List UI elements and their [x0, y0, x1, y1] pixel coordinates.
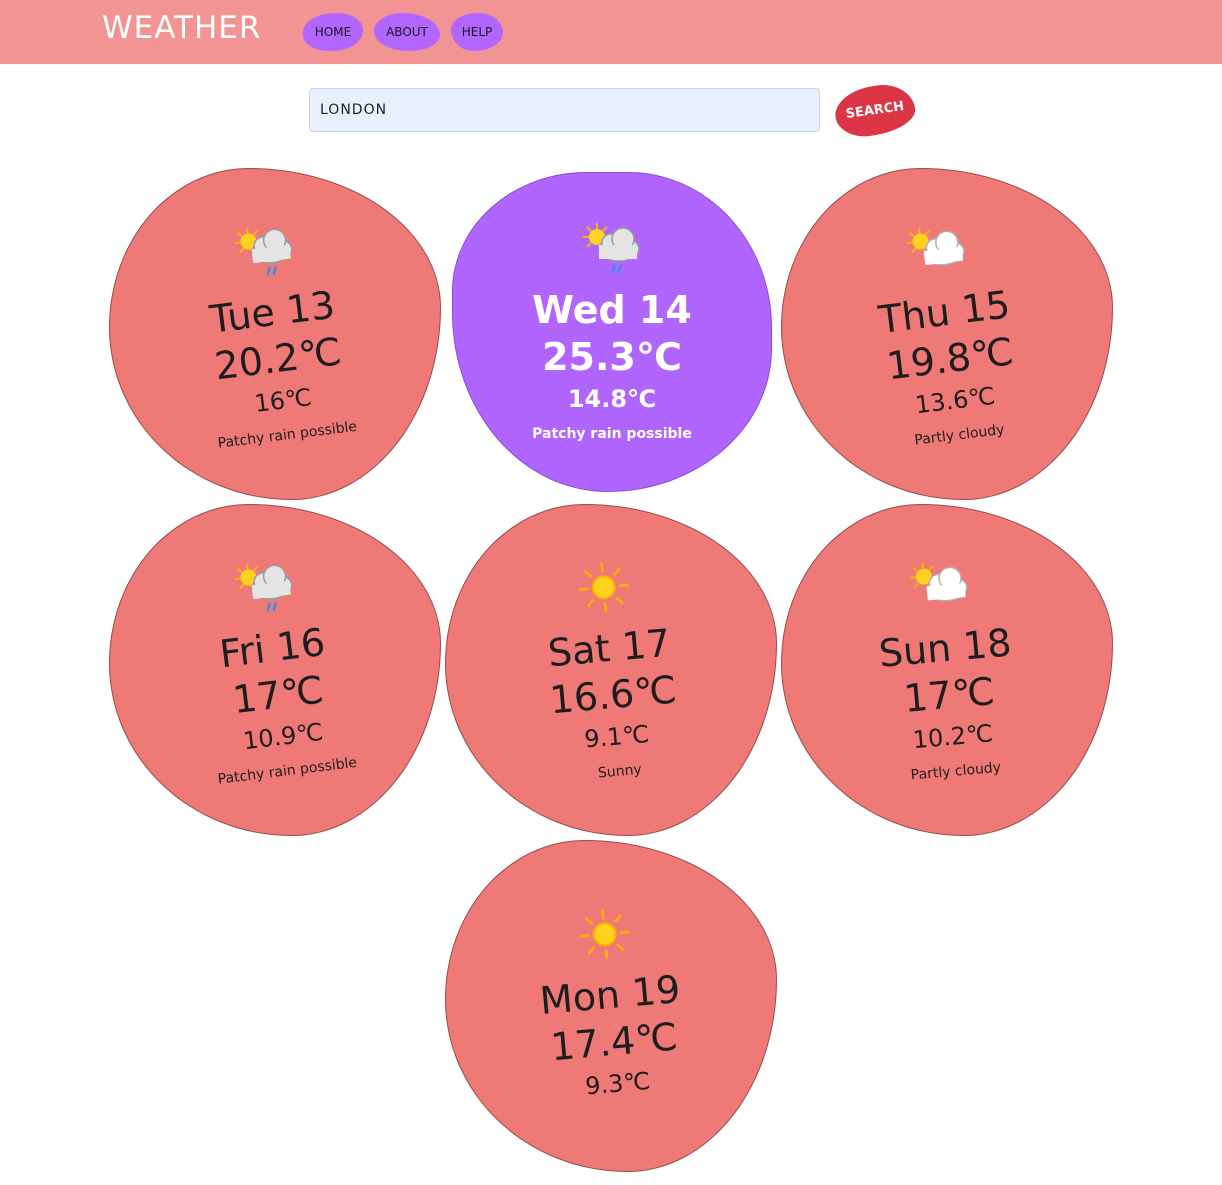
forecast-high: 17.4℃	[548, 1014, 680, 1070]
forecast-low: 10.2℃	[911, 719, 995, 755]
sun-cloud-rain-icon	[226, 218, 304, 292]
app-title: WEATHER	[102, 10, 262, 46]
forecast-high: 17℃	[901, 669, 997, 721]
sun-cloud-icon	[902, 554, 977, 626]
forecast-day: Wed 14	[532, 288, 692, 332]
forecast-description: Patchy rain possible	[216, 754, 358, 788]
forecast-high: 25.3℃	[542, 335, 682, 379]
nav-help-button[interactable]: HELP	[451, 13, 503, 51]
nav-about-button[interactable]: ABOUT	[374, 13, 440, 51]
forecast-card-tue[interactable]: Tue 13 20.2℃ 16℃ Patchy rain possible	[109, 168, 441, 500]
sun-icon	[566, 554, 641, 626]
search-button[interactable]: SEARCH	[831, 80, 919, 141]
forecast-description: Patchy rain possible	[216, 418, 358, 452]
forecast-description: Patchy rain possible	[532, 426, 692, 442]
sun-cloud-icon	[898, 218, 976, 292]
nav-home-button[interactable]: HOME	[303, 13, 363, 51]
forecast-high: 16.6℃	[547, 667, 679, 723]
forecast-card-mon[interactable]: Mon 19 17.4℃ 9.3℃	[445, 840, 777, 1172]
forecast-description: Sunny	[597, 761, 643, 782]
forecast-card-fri[interactable]: Fri 16 17℃ 10.9℃ Patchy rain possible	[109, 504, 441, 836]
forecast-card-sun[interactable]: Sun 18 17℃ 10.2℃ Partly cloudy	[781, 504, 1113, 836]
forecast-description: Partly cloudy	[913, 421, 1006, 449]
search-input[interactable]	[309, 88, 820, 132]
forecast-low: 9.3℃	[584, 1066, 652, 1101]
forecast-low: 16℃	[252, 383, 314, 418]
forecast-card-sat[interactable]: Sat 17 16.6℃ 9.1℃ Sunny	[445, 504, 777, 836]
forecast-card-thu[interactable]: Thu 15 19.8℃ 13.6℃ Partly cloudy	[781, 168, 1113, 500]
forecast-card-wed[interactable]: Wed 14 25.3℃ 14.8℃ Patchy rain possible	[452, 172, 772, 492]
forecast-description: Partly cloudy	[910, 759, 1002, 784]
app-header: WEATHER HOME ABOUT HELP	[0, 0, 1222, 64]
forecast-low: 9.1℃	[583, 719, 651, 754]
forecast-day: Sun 18	[877, 620, 1014, 676]
forecast-low: 14.8℃	[567, 385, 657, 413]
sun-cloud-rain-icon	[577, 219, 647, 285]
sun-icon	[567, 901, 642, 973]
sun-cloud-rain-icon	[226, 554, 304, 628]
